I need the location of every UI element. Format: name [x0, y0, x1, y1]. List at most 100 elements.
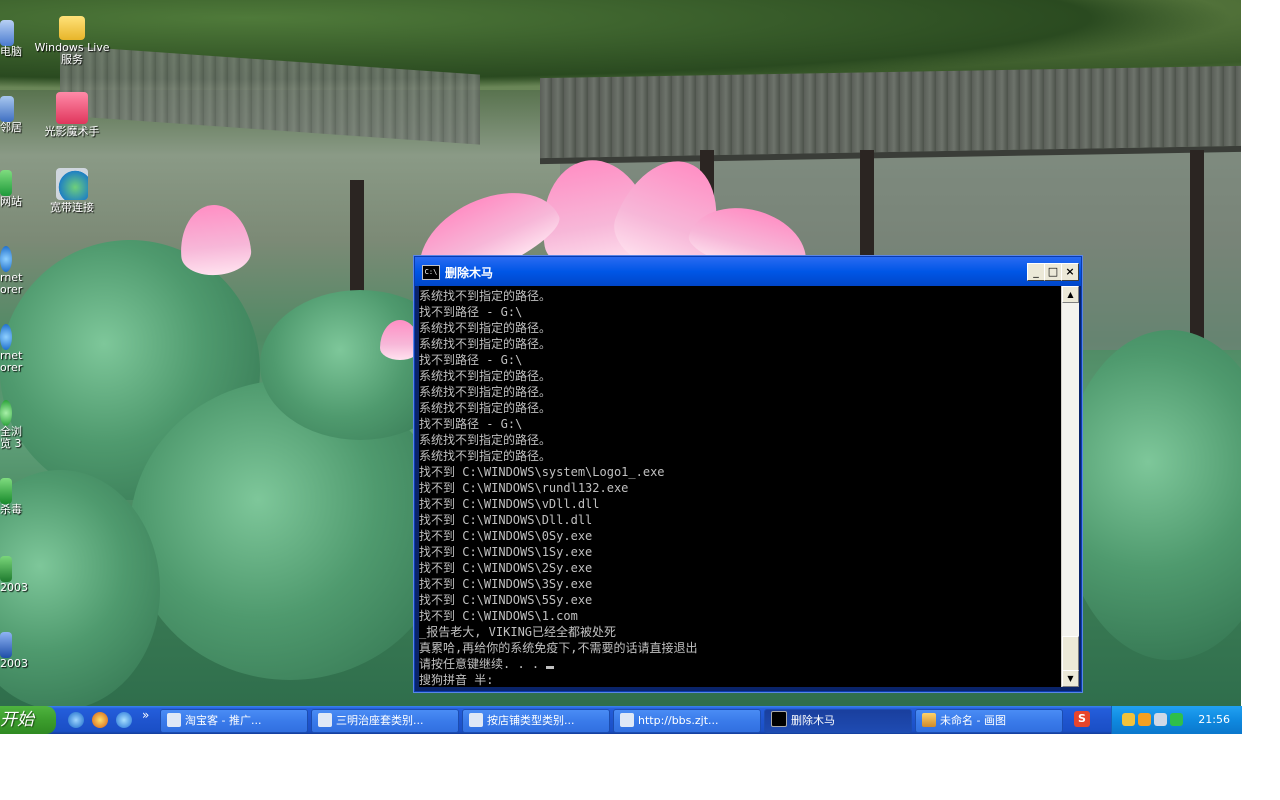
- console-line: 请按任意键继续. . .: [419, 656, 1059, 672]
- clock[interactable]: 21:56: [1198, 713, 1230, 726]
- browser-icon: [0, 400, 12, 426]
- qq-tray-icon[interactable]: [1138, 713, 1151, 726]
- console-line: 系统找不到指定的路径。: [419, 401, 552, 415]
- vertical-scrollbar[interactable]: ▲ ▼: [1061, 286, 1079, 687]
- desktop-icon-browser-360[interactable]: 全浏览 3: [0, 400, 30, 450]
- word-icon: [0, 632, 12, 658]
- desktop-icon-label: 邻居: [0, 121, 22, 134]
- task-label: 未命名 - 画图: [940, 714, 1006, 727]
- scroll-thumb[interactable]: [1062, 636, 1079, 672]
- console-line: _报告老大, VIKING已经全都被处死: [419, 625, 617, 639]
- desktop-icon-ie-2[interactable]: rnet orer: [0, 324, 24, 374]
- console-titlebar[interactable]: C:\ 删除木马 _ □ ×: [415, 257, 1081, 286]
- desktop-icon-antivirus[interactable]: 杀毒: [0, 478, 24, 516]
- wallpaper-lotus-leaf: [1060, 330, 1241, 660]
- console-icon: C:\: [422, 265, 440, 280]
- desktop-icon-label: rnet orer: [0, 271, 23, 296]
- console-line: 找不到路径 - G:\: [419, 305, 523, 319]
- desktop-icon-label: 全浏览 3: [0, 425, 22, 450]
- task-button[interactable]: 淘宝客 - 推广...: [160, 709, 308, 733]
- maximize-button[interactable]: □: [1044, 263, 1062, 281]
- computer-icon: [0, 20, 14, 46]
- ie-icon[interactable]: [116, 712, 132, 728]
- volume-icon[interactable]: [1154, 713, 1167, 726]
- start-button[interactable]: 开始: [0, 706, 56, 734]
- console-output[interactable]: 系统找不到指定的路径。 找不到路径 - G:\ 系统找不到指定的路径。 系统找不到指定…: [419, 286, 1061, 687]
- ie-page-icon: [167, 713, 181, 727]
- ime-status-line: 搜狗拼音 半:: [419, 673, 494, 687]
- desktop-icon-label: 2003: [0, 581, 28, 594]
- console-line: 系统找不到指定的路径。: [419, 321, 552, 335]
- wallpaper-lotus-petal: [177, 202, 253, 278]
- qq-icon[interactable]: [92, 712, 108, 728]
- ie-page-icon: [469, 713, 483, 727]
- desktop-icon-ie-1[interactable]: rnet orer: [0, 246, 24, 296]
- console-line: 找不到 C:\WINDOWS\3Sy.exe: [419, 577, 593, 591]
- task-label: 删除木马: [791, 714, 835, 727]
- desktop-icon-label: 2003: [0, 657, 28, 670]
- security-shield-icon[interactable]: [1170, 713, 1183, 726]
- desktop-icon-label: Windows Live 服务: [34, 41, 110, 66]
- console-line: 找不到 C:\WINDOWS\1.com: [419, 609, 578, 623]
- task-label: http://bbs.zjt...: [638, 714, 719, 727]
- photo-editor-icon: [56, 92, 88, 124]
- desktop-icon-guangying[interactable]: 光影魔术手: [32, 92, 112, 138]
- desktop: 电脑 Windows Live 服务 邻居 光影魔术手 网站 宽带连接 rnet…: [0, 0, 1241, 706]
- system-tray: 21:56: [1111, 706, 1242, 734]
- network-icon: [0, 96, 14, 122]
- console-line: 系统找不到指定的路径。: [419, 289, 552, 303]
- console-line: 系统找不到指定的路径。: [419, 369, 552, 383]
- desktop-icon-label: 光影魔术手: [44, 125, 100, 138]
- task-button[interactable]: http://bbs.zjt...: [613, 709, 761, 733]
- ie-page-icon: [318, 713, 332, 727]
- desktop-icon-label: rnet orer: [0, 349, 23, 374]
- desktop-icon-windows-live[interactable]: Windows Live 服务: [32, 16, 112, 66]
- sogou-ime-icon[interactable]: S: [1074, 711, 1090, 727]
- broadband-icon: [56, 168, 88, 200]
- ie-icon: [0, 246, 12, 272]
- task-label: 淘宝客 - 推广...: [185, 714, 262, 727]
- desktop-icon-excel[interactable]: 2003: [0, 556, 30, 594]
- console-line: 找不到 C:\WINDOWS\5Sy.exe: [419, 593, 593, 607]
- console-line: 找不到 C:\WINDOWS\Dll.dll: [419, 513, 593, 527]
- console-line: 系统找不到指定的路径。: [419, 449, 552, 463]
- start-label: 开始: [0, 710, 34, 730]
- console-line: 找不到路径 - G:\: [419, 417, 523, 431]
- console-window[interactable]: C:\ 删除木马 _ □ × 系统找不到指定的路径。 找不到路径 - G:\ 系统找…: [414, 256, 1082, 692]
- console-line: 系统找不到指定的路径。: [419, 337, 552, 351]
- desktop-icon-my-computer[interactable]: 电脑: [0, 20, 22, 58]
- console-line: 找不到 C:\WINDOWS\vDll.dll: [419, 497, 600, 511]
- paint-icon: [922, 713, 936, 727]
- console-line: 真累哈,再给你的系统免疫下,不需要的话请直接退出: [419, 641, 698, 655]
- scroll-down-button[interactable]: ▼: [1062, 670, 1079, 687]
- console-line: 找不到 C:\WINDOWS\system\Logo1_.exe: [419, 465, 665, 479]
- console-line: 系统找不到指定的路径。: [419, 433, 552, 447]
- ie-icon[interactable]: [68, 712, 84, 728]
- scroll-up-button[interactable]: ▲: [1062, 286, 1079, 303]
- desktop-icon-site[interactable]: 网站: [0, 170, 22, 208]
- task-label: 按店铺类型类别...: [487, 714, 575, 727]
- wallpaper-roof: [540, 65, 1241, 165]
- taskbar: 开始 » 淘宝客 - 推广... 三明治座套类别... 按店铺类型类别... h…: [0, 706, 1242, 734]
- console-line: 找不到路径 - G:\: [419, 353, 523, 367]
- task-button[interactable]: 三明治座套类别...: [311, 709, 459, 733]
- task-button[interactable]: 未命名 - 画图: [915, 709, 1063, 733]
- desktop-icon-network[interactable]: 邻居: [0, 96, 22, 134]
- desktop-icon-label: 宽带连接: [50, 201, 94, 214]
- minimize-button[interactable]: _: [1027, 263, 1045, 281]
- console-line: 找不到 C:\WINDOWS\0Sy.exe: [419, 529, 593, 543]
- warning-icon[interactable]: [1122, 713, 1135, 726]
- desktop-icon-label: 杀毒: [0, 503, 22, 516]
- close-button[interactable]: ×: [1061, 263, 1079, 281]
- window-title: 删除木马: [445, 266, 494, 280]
- desktop-icon-word[interactable]: 2003: [0, 632, 30, 670]
- quick-launch-more[interactable]: »: [142, 708, 149, 722]
- console-line: 找不到 C:\WINDOWS\1Sy.exe: [419, 545, 593, 559]
- desktop-icon-broadband[interactable]: 宽带连接: [32, 168, 112, 214]
- site-icon: [0, 170, 12, 196]
- task-button-active[interactable]: 删除木马: [764, 709, 912, 733]
- task-button[interactable]: 按店铺类型类别...: [462, 709, 610, 733]
- console-lines: 系统找不到指定的路径。 找不到路径 - G:\ 系统找不到指定的路径。 系统找不到指定…: [419, 288, 1059, 687]
- console-line: 找不到 C:\WINDOWS\2Sy.exe: [419, 561, 593, 575]
- ie-icon: [0, 324, 12, 350]
